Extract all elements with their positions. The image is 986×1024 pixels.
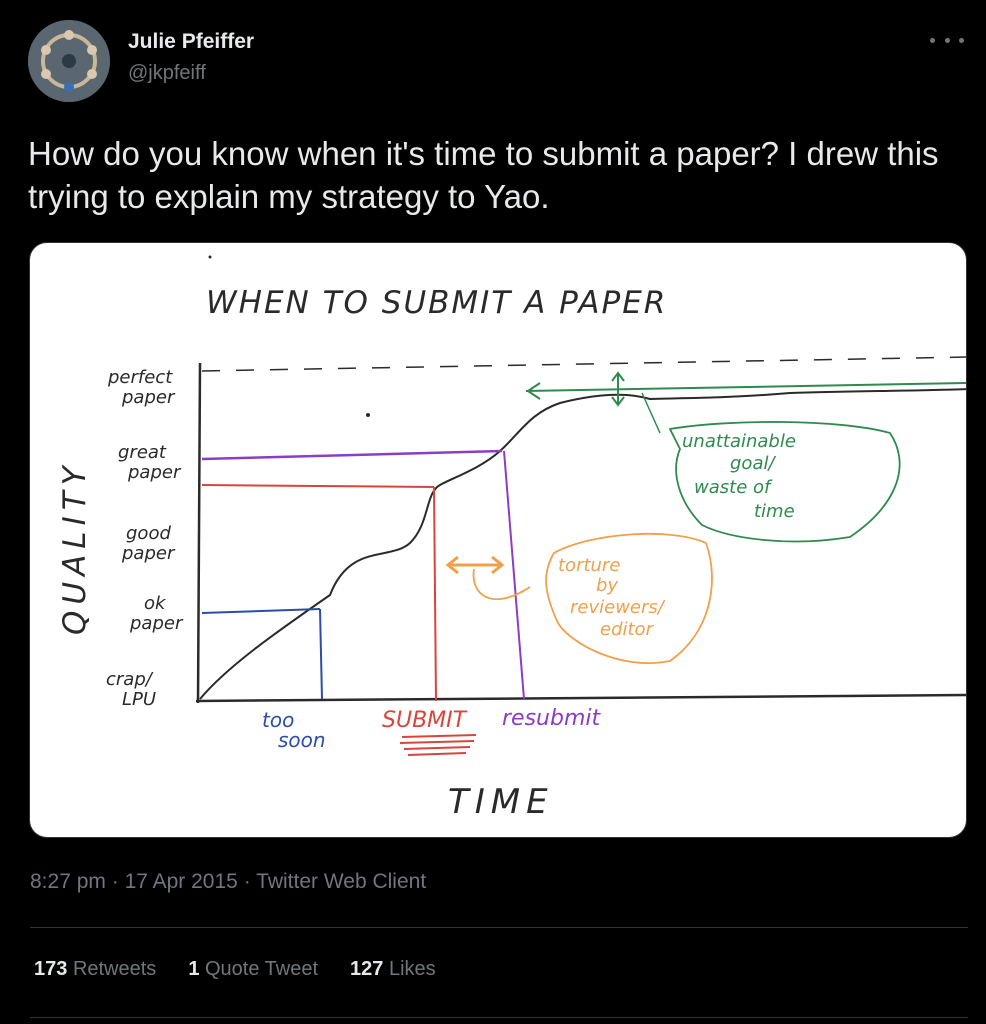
tweet-image[interactable]: WHEN TO SUBMIT A PAPER QUALITY perfect pa…	[29, 242, 967, 838]
torture-annotation: torture by reviewers/editor	[558, 555, 666, 640]
divider	[30, 927, 968, 928]
likes-label: Likes	[388, 958, 436, 980]
more-options-icon[interactable]	[930, 30, 964, 50]
goal-annotation: unattainable goal/waste of time	[682, 431, 796, 522]
torture-line1: torture	[558, 555, 620, 576]
hand-drawn-chart: WHEN TO SUBMIT A PAPER QUALITY perfect pa…	[57, 255, 966, 822]
x-axis-label: TIME	[448, 782, 554, 822]
tweet-date[interactable]: 17 Apr 2015	[125, 870, 238, 893]
y-level-ok-line2: paper	[129, 613, 184, 634]
avatar[interactable]	[28, 20, 110, 102]
y-level-great: great paper	[118, 442, 182, 483]
resubmit-level-line	[201, 449, 503, 461]
retweets-count: 173	[34, 958, 68, 980]
goal-line3: waste of	[694, 477, 773, 498]
goal-line4: time	[754, 501, 795, 522]
author-name[interactable]: Julie Pfeiffer	[128, 30, 254, 54]
retweets-stat[interactable]: 173 Retweets	[34, 958, 156, 981]
ink-dot	[366, 413, 370, 417]
y-level-good: good paper	[121, 523, 176, 564]
y-level-crap-line2: LPU	[122, 689, 156, 710]
y-axis	[196, 362, 202, 704]
goal-line1: unattainable	[682, 431, 796, 452]
submit-level-line	[201, 484, 435, 488]
tweet-stats: 173 Retweets 1 Quote Tweet 127 Likes	[34, 958, 436, 981]
y-axis-label: QUALITY	[57, 460, 93, 635]
tweet-time[interactable]: 8:27 pm	[30, 870, 106, 893]
likes-stat[interactable]: 127 Likes	[350, 958, 436, 981]
quality-curve	[199, 388, 966, 700]
quote-tweets-count: 1	[188, 958, 200, 980]
avatar-image	[28, 20, 110, 102]
meta-separator: ·	[243, 870, 251, 893]
retweets-label: Retweets	[72, 958, 157, 980]
goal-line2: goal/	[730, 453, 776, 474]
submit-underline	[399, 734, 477, 756]
drawing-title: WHEN TO SUBMIT A PAPER	[206, 285, 667, 321]
resubmit-drop-line	[503, 450, 525, 700]
too-soon-drop-line	[319, 608, 323, 700]
perfect-dashed-line	[201, 356, 966, 372]
y-level-great-line1: great	[118, 442, 167, 463]
submit-label: SUBMIT	[382, 708, 468, 733]
y-level-crap-line1: crap/	[106, 669, 154, 690]
y-level-perfect-line1: perfect	[107, 367, 173, 388]
y-level-perfect: perfect paper	[107, 367, 176, 408]
tweet-text: How do you know when it's time to submit…	[28, 135, 939, 215]
torture-line2: by	[596, 575, 618, 596]
y-level-perfect-line2: paper	[121, 387, 176, 408]
submit-drop-line	[433, 486, 437, 702]
torture-arrow	[445, 555, 505, 575]
too-soon-line2: soon	[278, 728, 326, 752]
y-level-ok: ok paper	[129, 593, 184, 634]
torture-line3: reviewers/	[570, 597, 666, 618]
x-axis	[195, 693, 966, 703]
meta-separator: ·	[111, 870, 119, 893]
tweet-client[interactable]: Twitter Web Client	[256, 870, 426, 893]
torture-leader-line	[472, 568, 531, 601]
quote-tweets-stat[interactable]: 1 Quote Tweet	[188, 958, 318, 981]
y-level-good-line2: paper	[121, 543, 176, 564]
resubmit-label: resubmit	[502, 706, 601, 731]
tweet-meta: 8:27 pm · 17 Apr 2015 · Twitter Web Clie…	[30, 870, 426, 894]
y-level-crap: crap/LPU	[106, 669, 156, 710]
author-handle[interactable]: @jkpfeiff	[128, 62, 206, 85]
torture-line4: editor	[600, 619, 655, 640]
quote-tweets-label: Quote Tweet	[205, 958, 319, 980]
too-soon-level-line	[201, 608, 321, 614]
likes-count: 127	[350, 958, 384, 980]
divider	[30, 1017, 968, 1018]
ink-dot	[208, 255, 212, 259]
y-level-good-line1: good	[126, 523, 171, 544]
y-level-great-line2: paper	[127, 462, 182, 483]
y-level-ok-line1: ok	[144, 593, 167, 614]
too-soon-label: too soon	[262, 708, 326, 752]
